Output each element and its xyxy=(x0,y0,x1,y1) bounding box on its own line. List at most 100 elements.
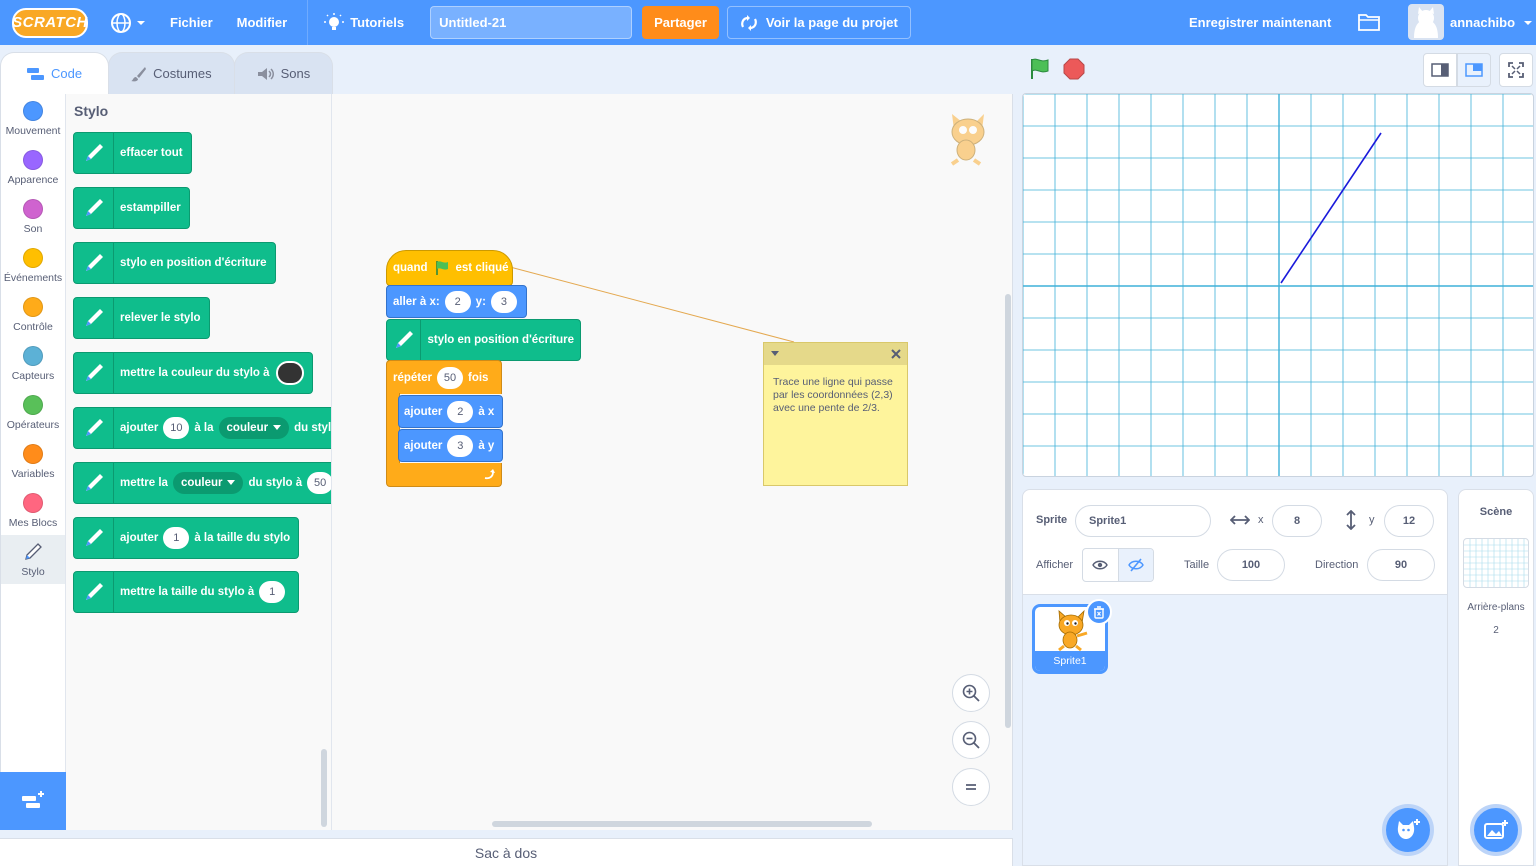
backdrops-label: Arrière-plans xyxy=(1467,602,1525,613)
note-text[interactable]: Trace une ligne qui passe par les coordo… xyxy=(764,365,907,426)
pen-trail-line xyxy=(1280,132,1382,284)
zoom-reset-button[interactable] xyxy=(952,768,990,806)
direction-input[interactable]: 90 xyxy=(1367,549,1435,581)
collapse-icon[interactable] xyxy=(770,350,780,358)
block-go-to-xy[interactable]: aller à x: 2 y: 3 xyxy=(386,285,527,318)
block-change-pen-param[interactable]: ajouter 10 à la couleur du stylo de xyxy=(73,407,331,449)
category-my-blocks[interactable]: Mes Blocs xyxy=(1,486,65,535)
category-operators[interactable]: Opérateurs xyxy=(1,388,65,437)
number-input[interactable]: 3 xyxy=(490,290,517,313)
zoom-out-button[interactable] xyxy=(952,721,990,759)
block-change-x[interactable]: ajouter 2 à x xyxy=(398,395,503,428)
globe-icon xyxy=(111,12,131,33)
number-input[interactable]: 50 xyxy=(307,472,331,494)
add-backdrop-button[interactable] xyxy=(1470,804,1522,856)
tab-costumes[interactable]: Costumes xyxy=(108,52,235,94)
category-looks[interactable]: Apparence xyxy=(1,143,65,192)
looks-dot-icon xyxy=(23,149,43,170)
stage-canvas[interactable] xyxy=(1022,93,1534,477)
number-input[interactable]: 3 xyxy=(447,434,474,457)
block-change-y[interactable]: ajouter 3 à y xyxy=(398,429,503,462)
repeat-footer xyxy=(386,463,502,487)
block-when-flag-clicked[interactable]: quand est cliqué xyxy=(386,250,513,286)
number-input[interactable]: 2 xyxy=(444,290,471,313)
category-sensing[interactable]: Capteurs xyxy=(1,339,65,388)
stop-icon[interactable] xyxy=(1063,58,1085,80)
share-button[interactable]: Partager xyxy=(642,6,719,39)
zoom-in-button[interactable] xyxy=(952,674,990,712)
tab-sounds-label: Sons xyxy=(280,66,311,81)
small-stage-button[interactable] xyxy=(1423,53,1457,87)
block-clear[interactable]: effacer tout xyxy=(73,132,192,174)
block-pen-down[interactable]: stylo en position d'écriture xyxy=(386,319,581,361)
save-now-button[interactable]: Enregistrer maintenant xyxy=(1189,0,1331,45)
backdrop-thumbnail[interactable] xyxy=(1463,538,1529,588)
workspace-vertical-scrollbar[interactable] xyxy=(1005,294,1011,728)
edit-menu[interactable]: Modifier xyxy=(225,0,300,45)
chevron-down-icon xyxy=(273,425,282,430)
backpack-bar[interactable]: Sac à dos xyxy=(0,838,1013,866)
project-title-input[interactable] xyxy=(430,6,633,39)
tutorials-button[interactable]: Tutoriels xyxy=(307,0,416,45)
y-position-input[interactable]: 12 xyxy=(1384,505,1434,537)
hide-sprite-button[interactable] xyxy=(1117,549,1153,581)
category-events[interactable]: Événements xyxy=(1,241,65,290)
sprite-name-input[interactable]: Sprite1 xyxy=(1075,505,1211,537)
size-input[interactable]: 100 xyxy=(1217,549,1285,581)
visibility-toggle[interactable] xyxy=(1082,548,1154,582)
block-pen-down[interactable]: stylo en position d'écriture xyxy=(73,242,276,284)
param-dropdown[interactable]: couleur xyxy=(218,417,290,439)
block-repeat[interactable]: répéter 50 fois xyxy=(386,360,502,394)
normal-stage-button[interactable] xyxy=(1457,53,1491,87)
block-change-pen-size[interactable]: ajouter 1 à la taille du stylo xyxy=(73,517,300,559)
fullscreen-button[interactable] xyxy=(1499,53,1533,87)
add-sprite-button[interactable] xyxy=(1382,804,1434,856)
block-label: y: xyxy=(475,295,486,308)
close-icon[interactable] xyxy=(891,349,901,359)
backdrops-count: 2 xyxy=(1493,625,1499,636)
category-label: Mouvement xyxy=(5,124,61,137)
palette-scrollbar[interactable] xyxy=(321,749,327,827)
sprite-name-label: Sprite xyxy=(1036,514,1068,526)
category-control[interactable]: Contrôle xyxy=(1,290,65,339)
block-set-pen-param[interactable]: mettre la couleur du stylo à 50 xyxy=(73,462,331,504)
block-label: stylo en position d'écriture xyxy=(120,257,267,269)
scratch-logo[interactable]: SCRATCH xyxy=(12,7,88,38)
chevron-down-icon xyxy=(227,480,236,485)
block-set-pen-size[interactable]: mettre la taille du stylo à 1 xyxy=(73,571,300,613)
number-input[interactable]: 1 xyxy=(259,581,286,603)
script-workspace[interactable]: quand est cliqué aller à x: 2 y: 3 stylo… xyxy=(332,94,1013,830)
number-input[interactable]: 50 xyxy=(437,366,463,389)
block-label: mettre la xyxy=(120,477,168,489)
grid-thumbnail-icon xyxy=(1464,539,1528,587)
language-menu[interactable] xyxy=(98,0,158,45)
block-set-pen-color[interactable]: mettre la couleur du stylo à xyxy=(73,352,313,394)
file-menu[interactable]: Fichier xyxy=(158,0,225,45)
dropdown-label: couleur xyxy=(180,477,223,489)
param-dropdown[interactable]: couleur xyxy=(172,472,244,494)
show-sprite-button[interactable] xyxy=(1083,549,1118,581)
category-pen[interactable]: Stylo xyxy=(1,535,65,584)
color-picker-swatch[interactable] xyxy=(275,361,304,385)
number-input[interactable]: 2 xyxy=(447,400,474,423)
x-position-input[interactable]: 8 xyxy=(1272,505,1322,537)
delete-sprite-button[interactable] xyxy=(1086,599,1112,625)
tab-sounds[interactable]: Sons xyxy=(233,52,334,94)
block-pen-up[interactable]: relever le stylo xyxy=(73,297,210,339)
tab-code[interactable]: Code xyxy=(0,52,110,94)
block-stamp[interactable]: estampiller xyxy=(73,187,190,229)
cat-sprite-icon xyxy=(1058,609,1088,651)
user-menu[interactable]: annachibo xyxy=(1450,0,1533,45)
number-input[interactable]: 10 xyxy=(163,417,190,439)
category-sound[interactable]: Son xyxy=(1,192,65,241)
add-extension-button[interactable] xyxy=(0,772,66,830)
workspace-horizontal-scrollbar[interactable] xyxy=(492,821,872,827)
green-flag-icon[interactable] xyxy=(1028,58,1050,80)
avatar[interactable] xyxy=(1408,4,1444,40)
category-variables[interactable]: Variables xyxy=(1,437,65,486)
folder-icon[interactable] xyxy=(1358,12,1380,32)
category-motion[interactable]: Mouvement xyxy=(1,94,65,143)
see-project-page-button[interactable]: Voir la page du projet xyxy=(726,6,911,39)
comment-note[interactable]: Trace une ligne qui passe par les coordo… xyxy=(763,342,908,486)
number-input[interactable]: 1 xyxy=(163,527,190,549)
